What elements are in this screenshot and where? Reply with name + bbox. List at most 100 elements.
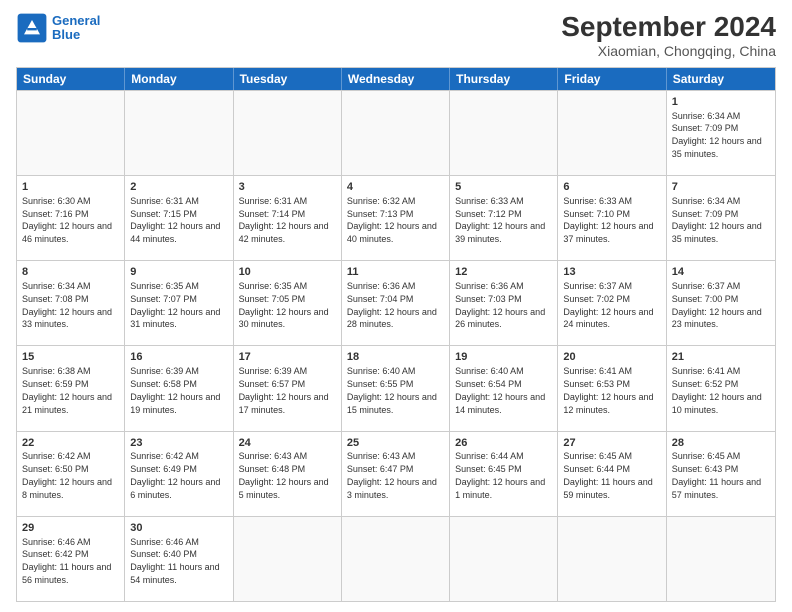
cal-cell-w5-d1: 30Sunrise: 6:46 AMSunset: 6:40 PMDayligh… (125, 517, 233, 601)
day-number: 19 (455, 350, 552, 365)
title-block: September 2024 Xiaomian, Chongqing, Chin… (561, 12, 776, 59)
cal-cell-w4-d6: 28Sunrise: 6:45 AMSunset: 6:43 PMDayligh… (667, 432, 775, 516)
cal-cell-w4-d1: 23Sunrise: 6:42 AMSunset: 6:49 PMDayligh… (125, 432, 233, 516)
day-number: 15 (22, 350, 119, 365)
day-number: 24 (239, 436, 336, 451)
cal-cell-w3-d6: 21Sunrise: 6:41 AMSunset: 6:52 PMDayligh… (667, 346, 775, 430)
cell-text: Sunrise: 6:41 AMSunset: 6:52 PMDaylight:… (672, 366, 762, 414)
cell-text: Sunrise: 6:41 AMSunset: 6:53 PMDaylight:… (563, 366, 653, 414)
day-number: 1 (22, 180, 119, 195)
day-number: 23 (130, 436, 227, 451)
calendar: Sunday Monday Tuesday Wednesday Thursday… (16, 67, 776, 602)
header-sunday: Sunday (17, 68, 125, 90)
day-number: 17 (239, 350, 336, 365)
calendar-body: 1Sunrise: 6:34 AMSunset: 7:09 PMDaylight… (17, 90, 775, 601)
cal-cell-w5-d6 (667, 517, 775, 601)
week-row-0: 1Sunrise: 6:34 AMSunset: 7:09 PMDaylight… (17, 90, 775, 175)
cal-cell-w5-d3 (342, 517, 450, 601)
cell-text: Sunrise: 6:46 AMSunset: 6:42 PMDaylight:… (22, 537, 111, 585)
day-number: 22 (22, 436, 119, 451)
cal-cell-w3-d3: 18Sunrise: 6:40 AMSunset: 6:55 PMDayligh… (342, 346, 450, 430)
cell-text: Sunrise: 6:30 AMSunset: 7:16 PMDaylight:… (22, 196, 112, 244)
cal-cell-w4-d3: 25Sunrise: 6:43 AMSunset: 6:47 PMDayligh… (342, 432, 450, 516)
cal-cell-w1-d0: 1Sunrise: 6:30 AMSunset: 7:16 PMDaylight… (17, 176, 125, 260)
cal-cell-w0-d1 (125, 91, 233, 175)
cal-cell-w4-d4: 26Sunrise: 6:44 AMSunset: 6:45 PMDayligh… (450, 432, 558, 516)
day-number: 29 (22, 521, 119, 536)
cell-text: Sunrise: 6:32 AMSunset: 7:13 PMDaylight:… (347, 196, 437, 244)
page: General Blue September 2024 Xiaomian, Ch… (0, 0, 792, 612)
cell-text: Sunrise: 6:42 AMSunset: 6:49 PMDaylight:… (130, 451, 220, 499)
cell-text: Sunrise: 6:38 AMSunset: 6:59 PMDaylight:… (22, 366, 112, 414)
cal-cell-w1-d4: 5Sunrise: 6:33 AMSunset: 7:12 PMDaylight… (450, 176, 558, 260)
cal-cell-w3-d4: 19Sunrise: 6:40 AMSunset: 6:54 PMDayligh… (450, 346, 558, 430)
cal-cell-w2-d3: 11Sunrise: 6:36 AMSunset: 7:04 PMDayligh… (342, 261, 450, 345)
cal-cell-w5-d0: 29Sunrise: 6:46 AMSunset: 6:42 PMDayligh… (17, 517, 125, 601)
day-number: 13 (563, 265, 660, 280)
month-title: September 2024 (561, 12, 776, 43)
cell-text: Sunrise: 6:36 AMSunset: 7:03 PMDaylight:… (455, 281, 545, 329)
cal-cell-w5-d4 (450, 517, 558, 601)
cal-cell-w1-d3: 4Sunrise: 6:32 AMSunset: 7:13 PMDaylight… (342, 176, 450, 260)
cal-cell-w1-d6: 7Sunrise: 6:34 AMSunset: 7:09 PMDaylight… (667, 176, 775, 260)
day-number: 16 (130, 350, 227, 365)
cal-cell-w0-d4 (450, 91, 558, 175)
day-number: 28 (672, 436, 770, 451)
cal-cell-w2-d1: 9Sunrise: 6:35 AMSunset: 7:07 PMDaylight… (125, 261, 233, 345)
day-number: 26 (455, 436, 552, 451)
day-number: 8 (22, 265, 119, 280)
cell-text: Sunrise: 6:37 AMSunset: 7:02 PMDaylight:… (563, 281, 653, 329)
cal-cell-w4-d2: 24Sunrise: 6:43 AMSunset: 6:48 PMDayligh… (234, 432, 342, 516)
day-number: 1 (672, 95, 770, 110)
header-tuesday: Tuesday (234, 68, 342, 90)
day-number: 21 (672, 350, 770, 365)
day-number: 11 (347, 265, 444, 280)
cell-text: Sunrise: 6:42 AMSunset: 6:50 PMDaylight:… (22, 451, 112, 499)
cell-text: Sunrise: 6:31 AMSunset: 7:14 PMDaylight:… (239, 196, 329, 244)
logo: General Blue (16, 12, 100, 44)
cal-cell-w0-d2 (234, 91, 342, 175)
location: Xiaomian, Chongqing, China (561, 43, 776, 59)
cal-cell-w5-d5 (558, 517, 666, 601)
week-row-2: 8Sunrise: 6:34 AMSunset: 7:08 PMDaylight… (17, 260, 775, 345)
cell-text: Sunrise: 6:33 AMSunset: 7:12 PMDaylight:… (455, 196, 545, 244)
logo-text: General Blue (52, 14, 100, 43)
cell-text: Sunrise: 6:40 AMSunset: 6:55 PMDaylight:… (347, 366, 437, 414)
cal-cell-w5-d2 (234, 517, 342, 601)
cell-text: Sunrise: 6:43 AMSunset: 6:48 PMDaylight:… (239, 451, 329, 499)
day-number: 9 (130, 265, 227, 280)
cell-text: Sunrise: 6:33 AMSunset: 7:10 PMDaylight:… (563, 196, 653, 244)
cell-text: Sunrise: 6:39 AMSunset: 6:58 PMDaylight:… (130, 366, 220, 414)
cell-text: Sunrise: 6:45 AMSunset: 6:44 PMDaylight:… (563, 451, 652, 499)
cal-cell-w0-d3 (342, 91, 450, 175)
day-number: 6 (563, 180, 660, 195)
cell-text: Sunrise: 6:34 AMSunset: 7:08 PMDaylight:… (22, 281, 112, 329)
week-row-4: 22Sunrise: 6:42 AMSunset: 6:50 PMDayligh… (17, 431, 775, 516)
day-number: 4 (347, 180, 444, 195)
header: General Blue September 2024 Xiaomian, Ch… (16, 12, 776, 59)
cal-cell-w0-d5 (558, 91, 666, 175)
cell-text: Sunrise: 6:43 AMSunset: 6:47 PMDaylight:… (347, 451, 437, 499)
cal-cell-w2-d5: 13Sunrise: 6:37 AMSunset: 7:02 PMDayligh… (558, 261, 666, 345)
cell-text: Sunrise: 6:36 AMSunset: 7:04 PMDaylight:… (347, 281, 437, 329)
cell-text: Sunrise: 6:46 AMSunset: 6:40 PMDaylight:… (130, 537, 219, 585)
cal-cell-w2-d4: 12Sunrise: 6:36 AMSunset: 7:03 PMDayligh… (450, 261, 558, 345)
logo-icon (16, 12, 48, 44)
day-number: 18 (347, 350, 444, 365)
day-number: 14 (672, 265, 770, 280)
cal-cell-w0-d6: 1Sunrise: 6:34 AMSunset: 7:09 PMDaylight… (667, 91, 775, 175)
day-number: 25 (347, 436, 444, 451)
cell-text: Sunrise: 6:40 AMSunset: 6:54 PMDaylight:… (455, 366, 545, 414)
cal-cell-w1-d2: 3Sunrise: 6:31 AMSunset: 7:14 PMDaylight… (234, 176, 342, 260)
day-number: 27 (563, 436, 660, 451)
week-row-5: 29Sunrise: 6:46 AMSunset: 6:42 PMDayligh… (17, 516, 775, 601)
cell-text: Sunrise: 6:44 AMSunset: 6:45 PMDaylight:… (455, 451, 545, 499)
day-number: 2 (130, 180, 227, 195)
day-number: 10 (239, 265, 336, 280)
cal-cell-w2-d0: 8Sunrise: 6:34 AMSunset: 7:08 PMDaylight… (17, 261, 125, 345)
cal-cell-w3-d1: 16Sunrise: 6:39 AMSunset: 6:58 PMDayligh… (125, 346, 233, 430)
cell-text: Sunrise: 6:35 AMSunset: 7:07 PMDaylight:… (130, 281, 220, 329)
cell-text: Sunrise: 6:31 AMSunset: 7:15 PMDaylight:… (130, 196, 220, 244)
cal-cell-w3-d2: 17Sunrise: 6:39 AMSunset: 6:57 PMDayligh… (234, 346, 342, 430)
cell-text: Sunrise: 6:34 AMSunset: 7:09 PMDaylight:… (672, 111, 762, 159)
